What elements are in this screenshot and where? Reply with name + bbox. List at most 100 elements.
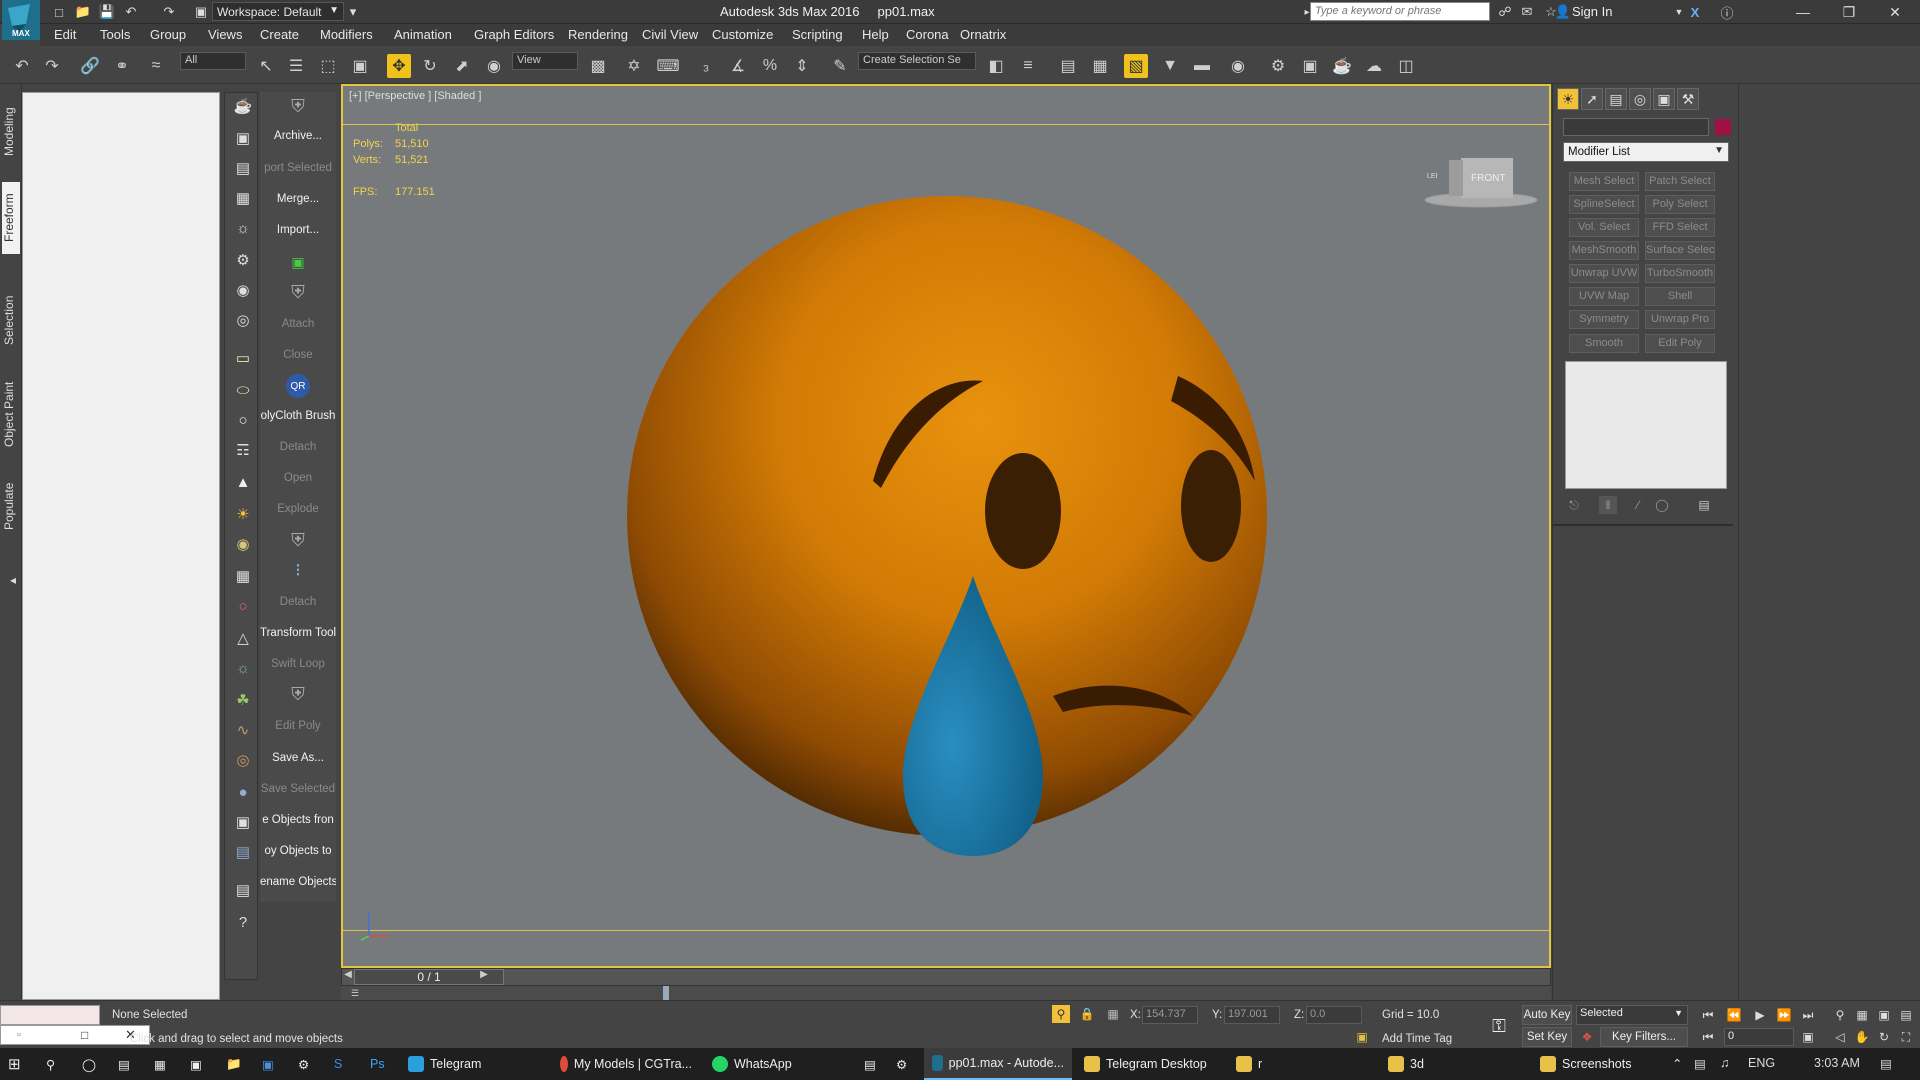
menu-graph-editors[interactable]: Graph Editors: [474, 27, 554, 42]
layers-icon[interactable]: ▤: [232, 879, 254, 901]
language-indicator[interactable]: ENG: [1748, 1056, 1775, 1070]
modifier-button[interactable]: Smooth: [1569, 334, 1639, 353]
render-setup-icon[interactable]: ⚙: [1266, 54, 1290, 78]
tool-merge[interactable]: Merge...: [260, 193, 336, 205]
redo-icon[interactable]: ↷: [40, 54, 64, 78]
render-in-cloud-icon[interactable]: ☁: [1362, 54, 1386, 78]
save-icon[interactable]: 💾: [98, 3, 116, 21]
scene-explorer-icon[interactable]: ▧: [1124, 54, 1148, 78]
prev-frame-icon[interactable]: ◀: [342, 969, 354, 985]
bulb-tool-icon[interactable]: ☼: [232, 217, 254, 239]
emoji-model[interactable]: [623, 196, 1283, 856]
help-icon[interactable]: ⓘ: [1718, 3, 1736, 21]
window-icon[interactable]: □: [81, 1028, 88, 1042]
time-configuration-icon[interactable]: ▣: [1798, 1027, 1818, 1047]
tray-chevron-icon[interactable]: ⌃: [1672, 1056, 1682, 1071]
snaps-toggle-icon[interactable]: ₃: [694, 54, 718, 78]
reference-coordinate-dropdown[interactable]: View: [512, 52, 578, 70]
auto-key-button[interactable]: Auto Key: [1522, 1005, 1572, 1025]
pyramid-icon[interactable]: △: [232, 627, 254, 649]
pin-stack-icon[interactable]: ⎋: [1565, 496, 1583, 514]
menu-corona[interactable]: Corona: [906, 27, 949, 42]
file-explorer-icon[interactable]: 📁: [218, 1048, 252, 1080]
calculator-icon[interactable]: ▦: [146, 1048, 180, 1080]
display-tab-icon[interactable]: ▣: [1653, 88, 1675, 110]
absolute-mode-icon[interactable]: ▦: [1104, 1005, 1122, 1023]
communication-icon[interactable]: ✉: [1518, 3, 1536, 21]
sphere-blue-icon[interactable]: ●: [232, 781, 254, 803]
taskbar-3dsmax[interactable]: pp01.max - Autode...: [924, 1048, 1072, 1080]
mirror-icon[interactable]: ◧: [984, 54, 1008, 78]
tool-archive[interactable]: Archive...: [260, 130, 336, 142]
create-tab-icon[interactable]: ☀: [1557, 88, 1579, 110]
coil-icon[interactable]: ◎: [232, 749, 254, 771]
help-circle-icon[interactable]: ?: [232, 911, 254, 933]
viewport-label[interactable]: [+] [Perspective ] [Shaded ]: [349, 90, 481, 102]
taskbar-folder-r[interactable]: r: [1228, 1048, 1376, 1080]
menu-customize[interactable]: Customize: [712, 27, 773, 42]
workspace-dropdown[interactable]: Workspace: Default ▼: [212, 2, 344, 21]
y-coordinate-field[interactable]: 197.001: [1224, 1006, 1280, 1024]
close-icon[interactable]: ✕: [1872, 0, 1918, 24]
a360-gallery-icon[interactable]: ◫: [1394, 54, 1418, 78]
menu-rendering[interactable]: Rendering: [568, 27, 628, 42]
orbit-icon[interactable]: ↻: [1874, 1027, 1894, 1047]
app-icon[interactable]: ⚙: [290, 1048, 324, 1080]
tool-close[interactable]: Close: [260, 349, 336, 361]
exchange-apps-icon[interactable]: X: [1686, 3, 1704, 21]
redo-icon[interactable]: ↷: [160, 3, 178, 21]
rope-icon[interactable]: ∿: [232, 719, 254, 741]
select-and-link-icon[interactable]: 🔗: [78, 54, 102, 78]
maxscript-listener[interactable]: [0, 1005, 100, 1025]
modifier-button[interactable]: Vol. Select: [1569, 218, 1639, 237]
show-end-result-icon[interactable]: ‖: [1599, 496, 1617, 514]
layer-explorer-icon[interactable]: ▤: [1056, 54, 1080, 78]
modifier-button[interactable]: TurboSmooth: [1645, 264, 1715, 283]
tool-import[interactable]: Import...: [260, 224, 336, 236]
grass-icon[interactable]: ☘: [232, 689, 254, 711]
material-editor-icon[interactable]: ◉: [1226, 54, 1250, 78]
tab-freeform[interactable]: Freeform: [2, 182, 20, 254]
edit-named-selection-icon[interactable]: ✎: [828, 54, 852, 78]
make-unique-icon[interactable]: ⁄: [1629, 496, 1647, 514]
globe-icon[interactable]: ☼: [232, 657, 254, 679]
modifier-button[interactable]: Mesh Select: [1569, 172, 1639, 191]
tool-objects-from[interactable]: e Objects fron: [260, 814, 336, 826]
maximize-viewport-icon[interactable]: ⛶: [1896, 1027, 1916, 1047]
select-and-rotate-icon[interactable]: ↻: [418, 54, 442, 78]
minimize-icon[interactable]: —: [1780, 0, 1826, 24]
hierarchy-tab-icon[interactable]: ▤: [1605, 88, 1627, 110]
previous-frame-icon[interactable]: ⏪: [1724, 1005, 1744, 1025]
play-icon[interactable]: ▶: [1750, 1005, 1770, 1025]
tool-detach[interactable]: Detach: [260, 441, 336, 453]
align-icon[interactable]: ≡: [1016, 54, 1040, 78]
film-reel-icon[interactable]: ◎: [232, 309, 254, 331]
settings-gear-icon[interactable]: ⚙: [888, 1048, 922, 1080]
undo-icon[interactable]: ↶: [122, 3, 140, 21]
start-button[interactable]: ⊞: [0, 1048, 36, 1080]
curve-editor-icon[interactable]: ▼: [1158, 54, 1182, 78]
tube-icon[interactable]: ☶: [232, 439, 254, 461]
toggle-ribbon-icon[interactable]: ▦: [1088, 54, 1112, 78]
motion-tab-icon[interactable]: ◎: [1629, 88, 1651, 110]
key-filter-icon[interactable]: ❖: [1578, 1028, 1596, 1046]
menu-modifiers[interactable]: Modifiers: [320, 27, 373, 42]
dots-icon[interactable]: ⁝: [286, 558, 310, 582]
key-mode-toggle-icon[interactable]: ⏮: [1698, 1027, 1718, 1047]
add-time-tag-button[interactable]: Add Time Tag: [1382, 1033, 1452, 1045]
keyboard-shortcut-override-icon[interactable]: ⌨: [656, 54, 680, 78]
key-filters-button[interactable]: Key Filters...: [1600, 1027, 1688, 1047]
app-logo-button[interactable]: MAX: [2, 0, 40, 40]
connect-icon[interactable]: ○: [232, 595, 254, 617]
sign-in-button[interactable]: Sign In: [1572, 4, 1612, 19]
tab-object-paint[interactable]: Object Paint: [2, 374, 20, 454]
tool-save-selected[interactable]: Save Selected: [260, 783, 336, 795]
action-center-icon[interactable]: ▤: [1880, 1056, 1892, 1071]
green-screen-icon[interactable]: ▣: [286, 250, 310, 274]
new-file-icon[interactable]: □: [50, 3, 68, 21]
ribbon-collapse-icon[interactable]: ◂: [2, 570, 20, 590]
z-coordinate-field[interactable]: 0.0: [1306, 1006, 1362, 1024]
monitor-icon[interactable]: ▣: [232, 127, 254, 149]
menu-edit[interactable]: Edit: [54, 27, 76, 42]
object-color-swatch[interactable]: [1715, 119, 1731, 135]
